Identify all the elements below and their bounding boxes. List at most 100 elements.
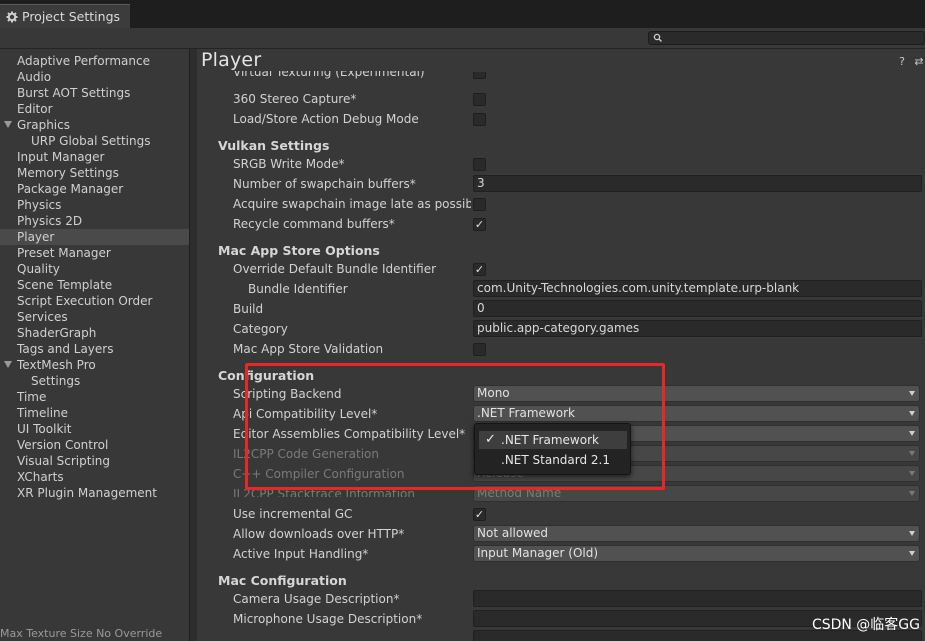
build-label: Build [233, 302, 264, 316]
sidebar-item-visual-scripting[interactable]: Visual Scripting [0, 453, 189, 469]
stereo-capture-label: 360 Stereo Capture* [233, 92, 357, 106]
active-input-dropdown[interactable]: Input Manager (Old) [473, 545, 920, 562]
sidebar-item-audio[interactable]: Audio [0, 69, 189, 85]
sidebar-item-label: Editor [17, 102, 53, 116]
sidebar-item-label: Player [17, 230, 55, 244]
sidebar-item-physics[interactable]: Physics [0, 197, 189, 213]
preset-icon[interactable]: ⇄ [913, 56, 925, 68]
sidebar-item-services[interactable]: Services [0, 309, 189, 325]
sidebar-item-tags-and-layers[interactable]: Tags and Layers [0, 341, 189, 357]
sidebar-item-script-execution-order[interactable]: Script Execution Order [0, 293, 189, 309]
sidebar-item-label: Settings [31, 374, 81, 388]
sidebar-item-version-control[interactable]: Version Control [0, 437, 189, 453]
sidebar-item-label: Tags and Layers [17, 342, 114, 356]
store-validation-checkbox[interactable] [473, 343, 486, 356]
splitter[interactable] [190, 49, 197, 641]
project-settings-tab[interactable]: Project Settings [0, 4, 130, 28]
sidebar-item-label: Quality [17, 262, 60, 276]
override-bundle-checkbox[interactable]: ✓ [473, 263, 486, 276]
popup-option-net-framework[interactable]: ✓ .NET Framework [479, 431, 627, 449]
build-field[interactable]: 0 [473, 300, 922, 317]
virtual-texturing-checkbox[interactable] [473, 72, 486, 79]
sidebar-item-quality[interactable]: Quality [0, 261, 189, 277]
il2cpp-stacktrace-value: Method Name [477, 486, 562, 500]
chevron-down-icon [909, 531, 915, 536]
sidebar-item-xr-plugin-management[interactable]: XR Plugin Management [0, 485, 189, 501]
bundle-id-field[interactable]: com.Unity-Technologies.com.unity.templat… [473, 280, 922, 297]
sidebar-item-urp-global-settings[interactable]: URP Global Settings [0, 133, 189, 149]
sidebar-item-preset-manager[interactable]: Preset Manager [0, 245, 189, 261]
acquire-swapchain-checkbox[interactable] [473, 198, 486, 211]
allow-http-value: Not allowed [477, 526, 549, 540]
camera-usage-field[interactable] [473, 590, 922, 607]
sidebar-item-label: Input Manager [17, 150, 105, 164]
il2cpp-stacktrace-dropdown: Method Name [473, 485, 920, 502]
sidebar-item-input-manager[interactable]: Input Manager [0, 149, 189, 165]
sidebar-item-label: Preset Manager [17, 246, 111, 260]
sidebar-item-package-manager[interactable]: Package Manager [0, 181, 189, 197]
srgb-write-checkbox[interactable] [473, 158, 486, 171]
allow-http-label: Allow downloads over HTTP* [233, 527, 405, 541]
sidebar-item-xcharts[interactable]: XCharts [0, 469, 189, 485]
sidebar-item-timeline[interactable]: Timeline [0, 405, 189, 421]
sidebar-item-player[interactable]: Player [0, 229, 189, 245]
player-inspector: Player ? ⇄ Virtual Texturing (Experiment… [197, 49, 925, 641]
search-input[interactable] [648, 31, 925, 45]
sidebar-item-graphics[interactable]: Graphics [0, 117, 189, 133]
sidebar-item-time[interactable]: Time [0, 389, 189, 405]
sidebar-item-editor[interactable]: Editor [0, 101, 189, 117]
active-input-value: Input Manager (Old) [477, 546, 599, 560]
sidebar-item-label: Time [17, 390, 47, 404]
sidebar-item-burst-aot-settings[interactable]: Burst AOT Settings [0, 85, 189, 101]
page-title: Player [201, 49, 262, 71]
srgb-write-label: SRGB Write Mode* [233, 157, 345, 171]
bottom-cut-row: Max Texture Size No Override [0, 627, 163, 640]
sidebar-item-settings[interactable]: Settings [0, 373, 189, 389]
category-field[interactable]: public.app-category.games [473, 320, 922, 337]
mac-app-store-header: Mac App Store Options [218, 243, 380, 258]
swapchain-buffers-field[interactable]: 3 [473, 175, 922, 192]
cpp-compiler-label: C++ Compiler Configuration [233, 467, 405, 481]
question-icon[interactable]: ? [896, 56, 908, 68]
popup-option-net-standard[interactable]: .NET Standard 2.1 [479, 451, 627, 469]
api-compat-label: Api Compatibility Level* [233, 407, 378, 421]
checkmark-icon: ✓ [485, 432, 496, 447]
sidebar-item-adaptive-performance[interactable]: Adaptive Performance [0, 53, 189, 69]
chevron-down-icon [909, 451, 915, 456]
sidebar-item-label: Script Execution Order [17, 294, 153, 308]
chevron-down-icon [909, 411, 915, 416]
sidebar-item-ui-toolkit[interactable]: UI Toolkit [0, 421, 189, 437]
window-tab-bar: Project Settings [0, 0, 925, 28]
sidebar-item-label: TextMesh Pro [17, 358, 96, 372]
incremental-gc-label: Use incremental GC [233, 507, 353, 521]
sidebar-item-label: Services [17, 310, 68, 324]
scripting-backend-label: Scripting Backend [233, 387, 342, 401]
incremental-gc-checkbox[interactable]: ✓ [473, 508, 486, 521]
sidebar-item-label: Visual Scripting [17, 454, 110, 468]
chevron-down-icon [909, 431, 915, 436]
sidebar-item-label: Scene Template [17, 278, 113, 292]
load-store-debug-checkbox[interactable] [473, 113, 486, 126]
foldout-arrow-icon[interactable] [4, 361, 12, 368]
recycle-buffers-label: Recycle command buffers* [233, 217, 395, 231]
swapchain-buffers-label: Number of swapchain buffers* [233, 177, 416, 191]
sidebar-item-label: Memory Settings [17, 166, 119, 180]
popup-option-label: .NET Framework [501, 433, 599, 447]
recycle-buffers-checkbox[interactable]: ✓ [473, 218, 486, 231]
scripting-backend-dropdown[interactable]: Mono [473, 385, 920, 402]
foldout-arrow-icon[interactable] [4, 121, 12, 128]
sidebar-item-scene-template[interactable]: Scene Template [0, 277, 189, 293]
chevron-down-icon [909, 551, 915, 556]
sidebar-item-memory-settings[interactable]: Memory Settings [0, 165, 189, 181]
vulkan-settings-header: Vulkan Settings [218, 138, 330, 153]
configuration-header: Configuration [218, 368, 315, 383]
allow-http-dropdown[interactable]: Not allowed [473, 525, 920, 542]
sidebar-item-textmesh-pro[interactable]: TextMesh Pro [0, 357, 189, 373]
sidebar-item-physics-2d[interactable]: Physics 2D [0, 213, 189, 229]
sidebar-item-shadergraph[interactable]: ShaderGraph [0, 325, 189, 341]
stereo-capture-checkbox[interactable] [473, 93, 486, 106]
sidebar-item-label: Package Manager [17, 182, 124, 196]
api-compat-dropdown[interactable]: .NET Framework [473, 405, 920, 422]
chevron-down-icon [909, 391, 915, 396]
sidebar-item-label: XR Plugin Management [17, 486, 157, 500]
